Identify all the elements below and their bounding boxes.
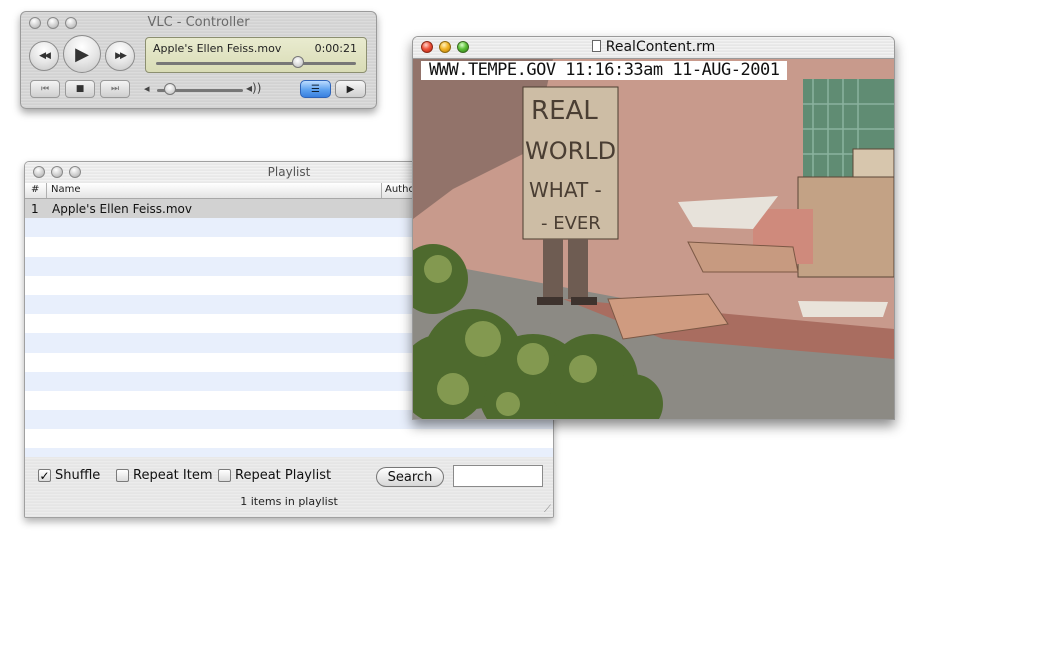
next-icon: ⏭ xyxy=(110,84,120,94)
column-header-num[interactable]: # xyxy=(31,184,39,195)
previous-icon: ⏮ xyxy=(40,84,50,94)
play-icon: ▶ xyxy=(75,43,89,65)
playlist-toggle-button[interactable]: ☰ xyxy=(300,80,331,98)
now-playing-display: Apple's Ellen Feiss.mov 0:00:21 xyxy=(145,37,367,73)
sign-text-4: - EVER xyxy=(541,213,601,234)
column-header-name[interactable]: Name xyxy=(51,184,81,195)
search-button[interactable]: Search xyxy=(376,467,444,487)
document-icon xyxy=(591,40,601,52)
vlc-controller-window: VLC - Controller ◀◀ ▶ ▶▶ Apple's Ellen F… xyxy=(20,11,377,109)
repeat-playlist-checkbox[interactable]: Repeat Playlist xyxy=(218,468,331,483)
volume-high-icon: ◂)) xyxy=(246,81,262,95)
playlist-icon: ☰ xyxy=(311,83,320,95)
stop-icon: ■ xyxy=(75,84,85,94)
fullscreen-icon: ▶ xyxy=(346,83,355,95)
fast-forward-icon: ▶▶ xyxy=(115,51,127,61)
repeat-playlist-checkbox-box[interactable] xyxy=(218,469,231,482)
repeat-item-label: Repeat Item xyxy=(133,468,213,483)
resize-grip-icon[interactable]: ⟋ xyxy=(544,504,551,515)
previous-button[interactable]: ⏮ xyxy=(30,80,60,98)
shuffle-checkbox-box[interactable]: ✓ xyxy=(38,469,51,482)
next-button[interactable]: ⏭ xyxy=(100,80,130,98)
now-playing-title: Apple's Ellen Feiss.mov xyxy=(153,42,282,55)
video-title-text: RealContent.rm xyxy=(605,39,716,55)
shuffle-checkbox[interactable]: ✓ Shuffle xyxy=(38,468,100,483)
repeat-item-checkbox[interactable]: Repeat Item xyxy=(116,468,213,483)
row-number: 1 xyxy=(31,202,39,216)
rewind-icon: ◀◀ xyxy=(39,51,51,61)
fast-forward-button[interactable]: ▶▶ xyxy=(105,41,135,71)
shuffle-label: Shuffle xyxy=(55,468,101,483)
playlist-status: 1 items in playlist xyxy=(240,495,338,508)
stop-button[interactable]: ■ xyxy=(65,80,95,98)
repeat-playlist-label: Repeat Playlist xyxy=(235,468,332,483)
repeat-item-checkbox-box[interactable] xyxy=(116,469,129,482)
rewind-button[interactable]: ◀◀ xyxy=(29,41,59,71)
video-window: RealContent.rm REAL WORLD WHAT - - EVER xyxy=(412,36,895,420)
position-slider-knob[interactable] xyxy=(292,56,304,68)
volume-low-icon: ◂ xyxy=(144,82,150,95)
empty-row xyxy=(25,448,553,457)
sign-text-1: REAL xyxy=(531,96,598,126)
empty-row xyxy=(25,429,553,449)
checkmark-icon: ✓ xyxy=(39,468,50,483)
window-title: RealContent.rm xyxy=(413,39,894,55)
elapsed-time: 0:00:21 xyxy=(314,42,357,55)
sign-text-2: WORLD xyxy=(525,137,616,165)
sign-text-3: WHAT - xyxy=(529,178,602,202)
search-input[interactable] xyxy=(453,465,543,487)
fullscreen-button[interactable]: ▶ xyxy=(335,80,366,98)
timestamp-overlay: WWW.TEMPE.GOV 11:16:33am 11-AUG-2001 xyxy=(421,61,788,80)
position-track[interactable] xyxy=(156,62,356,65)
row-name: Apple's Ellen Feiss.mov xyxy=(52,202,192,216)
play-button[interactable]: ▶ xyxy=(63,35,101,73)
video-titlebar[interactable]: RealContent.rm xyxy=(413,37,894,59)
volume-slider-knob[interactable] xyxy=(163,83,176,95)
video-frame[interactable]: REAL WORLD WHAT - - EVER xyxy=(413,59,894,419)
window-title: VLC - Controller xyxy=(147,15,250,30)
playlist-controls: ✓ Shuffle Repeat Item Repeat Playlist Se… xyxy=(25,458,553,517)
